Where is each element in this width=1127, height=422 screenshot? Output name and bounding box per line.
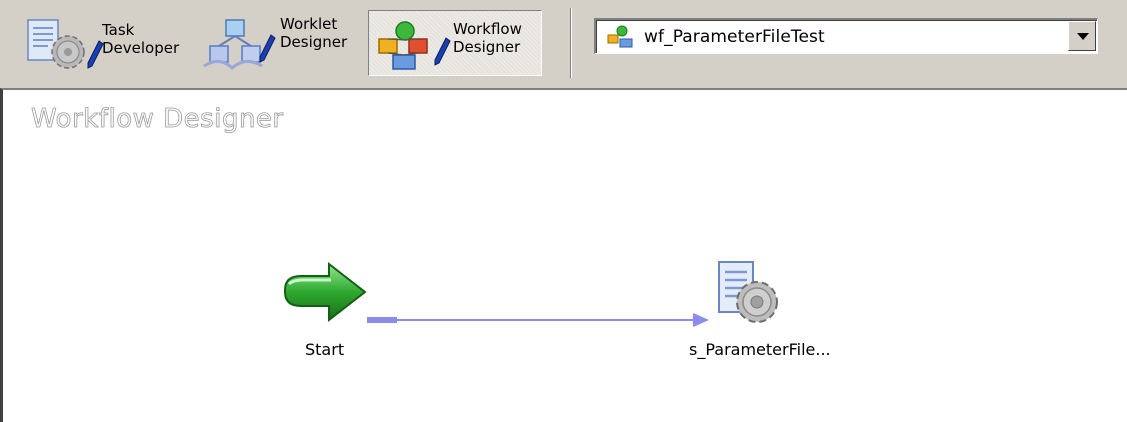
worklet-designer-button[interactable]: Worklet Designer xyxy=(196,10,362,76)
workflow-designer-label-line2: Designer xyxy=(453,38,521,56)
worklet-designer-label-line2: Designer xyxy=(280,33,348,51)
dropdown-arrow-button[interactable] xyxy=(1068,21,1096,51)
canvas-title: Workflow Designer xyxy=(31,104,284,135)
session-node-label: s_ParameterFile... xyxy=(689,340,831,359)
workflow-select[interactable]: wf_ParameterFileTest xyxy=(594,18,1098,54)
worklet-designer-label-line1: Worklet xyxy=(280,15,338,33)
workflow-select-value: wf_ParameterFileTest xyxy=(644,27,825,47)
chevron-down-icon xyxy=(1077,33,1089,40)
start-arrow-icon xyxy=(284,261,367,323)
start-node-label: Start xyxy=(305,340,345,359)
workflow-designer-label-line1: Workflow xyxy=(453,20,522,38)
designer-toolbar: Task Developer Worklet Designer Workflow… xyxy=(0,0,1127,84)
start-node[interactable]: Start xyxy=(279,260,389,360)
session-node[interactable]: s_ParameterFile... xyxy=(685,258,865,368)
workflow-designer-button[interactable]: Workflow Designer xyxy=(368,10,542,76)
session-task-icon xyxy=(718,261,778,323)
workflow-link[interactable] xyxy=(367,310,717,330)
pencil-icon xyxy=(434,37,451,66)
toolbar-separator xyxy=(570,8,572,78)
workflow-canvas[interactable]: Workflow Designer Start s_ParameterFile.… xyxy=(0,88,1127,422)
pencil-icon xyxy=(259,34,276,63)
task-developer-button[interactable]: Task Developer xyxy=(14,10,190,76)
task-developer-label-line2: Developer xyxy=(102,39,180,57)
task-developer-label-line1: Task xyxy=(102,21,135,39)
workflow-icon xyxy=(606,25,634,49)
